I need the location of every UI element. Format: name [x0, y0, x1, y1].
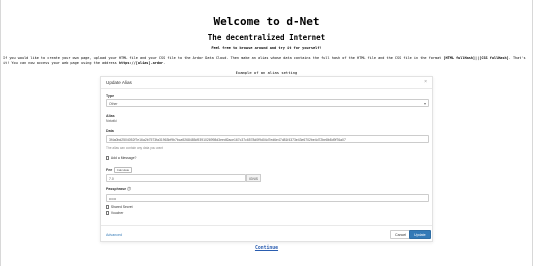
checkbox-box[interactable] [106, 156, 110, 160]
advanced-link[interactable]: Advanced [106, 233, 122, 237]
fee-unit: IGNIS [246, 174, 261, 182]
close-icon[interactable]: × [424, 79, 427, 85]
page-subtitle: The decentralized Internet [207, 33, 326, 42]
page-title: Welcome to d-Net [213, 15, 320, 28]
passphrase-input[interactable]: •••••• [106, 194, 429, 202]
modal-header: Update Alias × [101, 77, 432, 89]
shared-secret-checkbox[interactable]: Shared Secret [106, 205, 133, 209]
passphrase-label: Passphrase ⓘ [106, 187, 131, 192]
type-select[interactable]: Other [106, 99, 429, 107]
fee-label: Fee Calculate [106, 167, 132, 173]
intro-text-end: . [163, 60, 166, 65]
data-label: Data [106, 129, 114, 133]
checkbox-box[interactable] [106, 205, 110, 209]
intro-text-1: If you would like to create your own pag… [3, 56, 444, 60]
cancel-button[interactable]: Cancel [390, 230, 412, 239]
add-message-checkbox[interactable]: Add a Message? [106, 156, 136, 160]
calculate-fee-button[interactable]: Calculate [114, 167, 132, 173]
modal-footer: Advanced Cancel Update [101, 225, 432, 243]
alias-label: Alias [106, 114, 115, 118]
add-message-label: Add a Message? [110, 156, 137, 160]
example-caption: Example of an alias setting [235, 70, 298, 75]
alias-value: Nxtwiki [106, 119, 117, 123]
shared-secret-label: Shared Secret [110, 205, 133, 209]
data-input[interactable]: 3f4a0bd2504052f7e16a2b7573fa31963bf9b7bc… [106, 135, 429, 143]
passphrase-label-text: Passphrase [106, 187, 127, 191]
help-icon[interactable]: ⓘ [127, 187, 131, 191]
update-button[interactable]: Update [409, 230, 431, 239]
continue-link[interactable]: Continue [0, 246, 533, 251]
update-alias-modal: Update Alias × Type Other Alias Nxtwiki … [100, 76, 433, 242]
data-hint: The alias can contain any data you want [106, 146, 163, 150]
voucher-checkbox[interactable]: Voucher [106, 211, 123, 215]
type-label: Type [106, 94, 115, 98]
fee-label-text: Fee [106, 168, 113, 172]
intro-paragraph: If you would like to create your own pag… [3, 56, 530, 65]
intro-format: [HTML fullHash]||[CSS fullHash] [443, 56, 509, 60]
checkbox-box[interactable] [106, 211, 110, 215]
tagline: Feel free to browse around and try it fo… [211, 46, 322, 50]
intro-address: https://[alias].ardor [118, 60, 164, 65]
fee-input[interactable]: 7.0 [106, 174, 246, 182]
modal-title: Update Alias [106, 80, 132, 85]
voucher-label: Voucher [110, 211, 124, 215]
